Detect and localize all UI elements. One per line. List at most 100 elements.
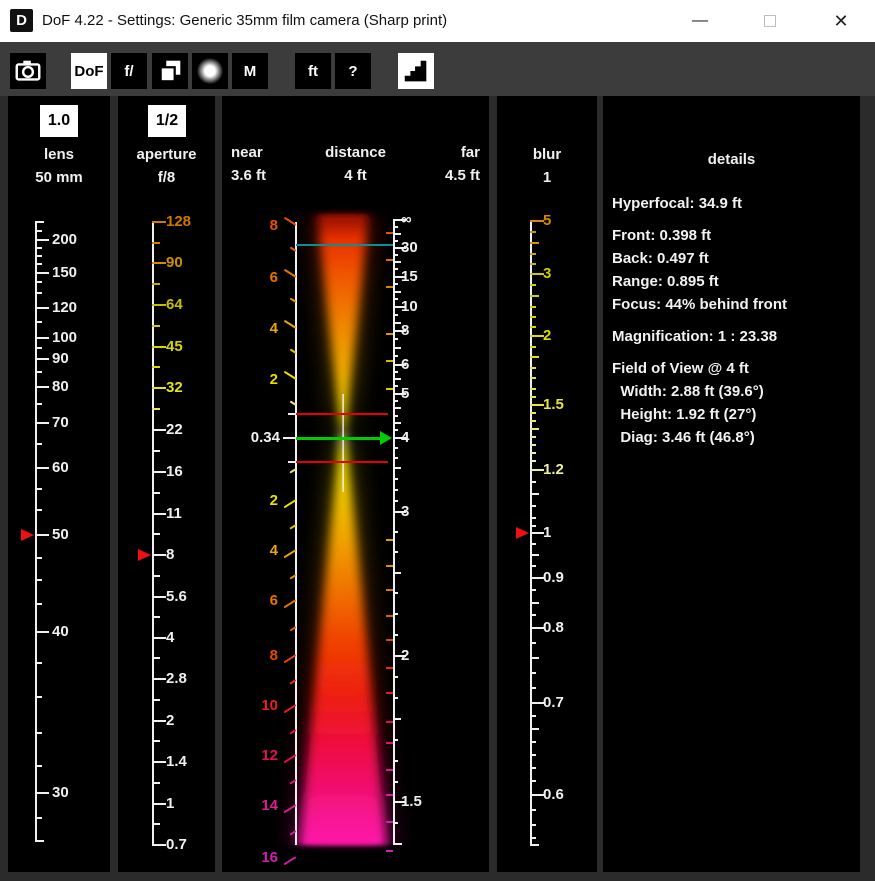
distance-tick-label: 5	[401, 385, 409, 403]
details-group: Magnification: 1 : 23.38	[612, 325, 856, 348]
lens-tick-label: 30	[52, 784, 69, 802]
distance-minor-tick	[393, 254, 398, 256]
lens-minor-tick	[35, 255, 42, 257]
distance-blur-marker-tick	[386, 286, 393, 288]
app-icon: D	[10, 9, 33, 32]
blur-minor-tick	[530, 388, 536, 390]
focus-arrow[interactable]	[296, 437, 381, 440]
aperture-minor-tick	[152, 450, 160, 452]
distance-minor-tick	[393, 400, 398, 402]
lens-tick-label: 100	[52, 329, 77, 347]
blur-minor-tick	[530, 589, 536, 591]
lens-tick-label: 150	[52, 264, 77, 282]
blur-minor-tick	[530, 444, 536, 446]
aperture-tick-label: 45	[166, 338, 183, 356]
blur-minor-tick	[530, 242, 539, 244]
near-limit-line-tick	[288, 461, 295, 463]
details-line: Height: 1.92 ft (27°)	[612, 403, 856, 426]
focus-arrow-head	[380, 431, 392, 445]
cone-blur-label: 12	[222, 747, 278, 765]
details-line: Width: 2.88 ft (39.6°)	[612, 380, 856, 403]
cone-blur-label: 6	[222, 269, 278, 287]
fstop-button[interactable]: f/	[111, 53, 147, 89]
lens-major-tick	[35, 467, 49, 469]
blur-disc-button[interactable]	[192, 53, 228, 89]
blur-minor-tick	[530, 837, 536, 839]
details-body: Hyperfocal: 34.9 ftFront: 0.398 ftBack: …	[612, 192, 856, 458]
distance-tick-label: 3	[401, 503, 409, 521]
blur-minor-tick	[530, 481, 536, 483]
blur-minor-tick	[530, 543, 536, 545]
lens-tick-label: 90	[52, 350, 69, 368]
minimize-button[interactable]: —	[678, 0, 722, 42]
blur-minor-tick	[530, 306, 536, 308]
units-button[interactable]: ft	[295, 53, 331, 89]
details-line: Front: 0.398 ft	[612, 224, 856, 247]
aperture-panel[interactable]: 1/2 aperture f/8 1289064453222161185.642…	[118, 96, 215, 872]
lens-tick-label: 60	[52, 459, 69, 477]
lens-value: 50 mm	[8, 169, 110, 186]
aperture-step-button[interactable]: 1/2	[148, 105, 186, 137]
aperture-major-tick	[152, 844, 166, 846]
blur-minor-tick	[530, 284, 536, 286]
manual-button[interactable]: M	[232, 53, 268, 89]
blur-minor-tick	[530, 396, 536, 398]
aperture-minor-tick	[152, 740, 160, 742]
lens-minor-tick	[35, 603, 42, 605]
lens-minor-tick	[35, 247, 42, 249]
lens-major-tick	[35, 307, 49, 309]
blur-minor-tick	[530, 565, 536, 567]
blur-pointer[interactable]	[516, 527, 529, 539]
lens-minor-tick	[35, 230, 42, 232]
aperture-major-tick	[152, 387, 166, 389]
cone-blur-label: 4	[222, 320, 278, 338]
stairs-icon	[401, 56, 431, 86]
distance-blur-marker-tick	[386, 615, 393, 617]
aperture-major-tick	[152, 596, 166, 598]
blur-title: blur	[497, 146, 597, 163]
aperture-major-tick	[152, 221, 166, 223]
aperture-major-tick	[152, 678, 166, 680]
close-button[interactable]: ✕	[819, 0, 863, 42]
lens-minor-tick	[35, 579, 42, 581]
details-group: Front: 0.398 ftBack: 0.497 ftRange: 0.89…	[612, 224, 856, 316]
distance-minor-tick	[393, 572, 401, 574]
distance-minor-tick	[393, 634, 398, 636]
lens-tick-label: 80	[52, 378, 69, 396]
blur-major-tick	[530, 469, 544, 471]
help-button[interactable]: ?	[335, 53, 371, 89]
steps-button[interactable]	[398, 53, 434, 89]
blur-minor-tick	[530, 346, 536, 348]
blur-minor-tick	[530, 316, 536, 318]
distance-minor-tick	[393, 338, 398, 340]
distance-panel[interactable]: near 3.6 ft distance 4 ft far 4.5 ft	[222, 96, 489, 872]
cone-blur-label: 8	[222, 647, 278, 665]
copy-button[interactable]	[152, 53, 188, 89]
lens-multiplier-button[interactable]: 1.0	[40, 105, 78, 137]
camera-button[interactable]	[10, 53, 46, 89]
distance-minor-tick	[393, 422, 401, 424]
blur-minor-tick	[530, 642, 536, 644]
lens-pointer[interactable]	[21, 529, 34, 541]
distance-minor-tick	[393, 261, 401, 263]
aperture-pointer[interactable]	[138, 549, 151, 561]
aperture-tick-label: 8	[166, 546, 174, 564]
lens-tick-label: 120	[52, 299, 77, 317]
aperture-title: aperture	[118, 146, 215, 163]
cone-blur-label: 4	[222, 542, 278, 560]
aperture-major-tick	[152, 803, 166, 805]
aperture-tick-label: 2.8	[166, 670, 187, 688]
lens-panel[interactable]: 1.0 lens 50 mm 2001501201009080706050403…	[8, 96, 110, 872]
blur-minor-tick	[530, 428, 539, 430]
distance-minor-tick	[393, 760, 398, 762]
blur-major-tick	[530, 794, 544, 796]
lens-title: lens	[8, 146, 110, 163]
maximize-button[interactable]	[748, 0, 792, 42]
details-panel: details Hyperfocal: 34.9 ftFront: 0.398 …	[603, 96, 860, 872]
blur-panel[interactable]: blur 1 5321.51.210.90.80.70.6	[497, 96, 597, 872]
distance-minor-tick	[393, 283, 398, 285]
min-blur-label: 0.34	[222, 429, 280, 447]
distance-minor-tick	[393, 355, 398, 357]
dof-button[interactable]: DoF	[71, 53, 107, 89]
distance-minor-tick	[393, 822, 398, 824]
